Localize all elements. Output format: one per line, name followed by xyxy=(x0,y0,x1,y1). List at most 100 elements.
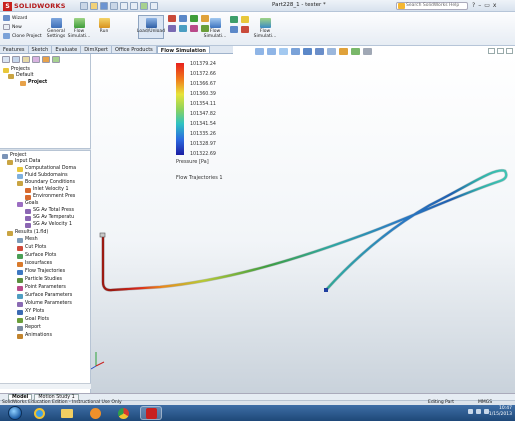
tree-item-label: Mesh xyxy=(25,237,38,242)
tree-item[interactable]: Point Parameters xyxy=(17,285,66,291)
tree-item-label: Goals xyxy=(25,201,39,206)
tree-node-icon xyxy=(17,269,23,275)
tree-item-label: Flow Trajectories xyxy=(25,269,66,274)
tree-item[interactable]: Goals xyxy=(17,201,38,207)
folder-icon xyxy=(3,67,9,73)
dimxpert-manager-tab-icon[interactable] xyxy=(32,56,40,63)
taskbar-explorer-button[interactable] xyxy=(56,406,78,420)
tree-item-project[interactable]: Project xyxy=(20,80,47,86)
tree-node-icon xyxy=(25,208,31,214)
tree-item-label: Surface Plots xyxy=(25,253,57,258)
taskbar-ie-button[interactable] xyxy=(28,406,50,420)
tree-item[interactable]: Report xyxy=(17,325,41,331)
clock-date: 1/15/2013 xyxy=(488,412,512,417)
panel-horizontal-scrollbar[interactable] xyxy=(0,383,91,389)
tree-item-label: Cut Plots xyxy=(25,245,47,250)
bottom-tabs-bar: Model Motion Study 1 xyxy=(0,393,515,401)
tree-item-label: Animations xyxy=(25,333,52,338)
tree-item[interactable]: Cut Plots xyxy=(17,245,46,251)
taskbar-solidworks-button[interactable] xyxy=(140,406,162,420)
tree-node-icon xyxy=(25,194,31,200)
tree-item[interactable]: Animations xyxy=(17,333,52,339)
tree-item-label: Surface Parameters xyxy=(25,293,73,298)
tree-item-label: Volume Parameters xyxy=(25,301,72,306)
flow-analysis-tree-tab-icon[interactable] xyxy=(42,56,50,63)
tree-item-label: Fluid Subdomains xyxy=(25,173,68,178)
tray-network-icon[interactable] xyxy=(476,409,481,414)
tree-item[interactable]: Environment Pres xyxy=(25,194,75,200)
start-button-icon[interactable] xyxy=(8,406,22,420)
tree-item[interactable]: Flow Trajectories xyxy=(17,269,65,275)
tree-node-icon xyxy=(25,187,31,193)
tray-flag-icon[interactable] xyxy=(468,409,473,414)
display-manager-tab-icon[interactable] xyxy=(52,56,60,63)
taskbar-chrome-button[interactable] xyxy=(112,406,134,420)
tree-item[interactable]: Boundary Conditions xyxy=(17,180,75,186)
tree-item[interactable]: Isosurfaces xyxy=(17,261,52,267)
folder-icon xyxy=(61,408,73,418)
tree-item-label: SG Av Temperatu xyxy=(33,215,75,220)
tree-item-label: Goal Plots xyxy=(25,317,49,322)
taskbar-media-button[interactable] xyxy=(84,406,106,420)
inlet-marker xyxy=(99,232,106,238)
panel-splitter[interactable] xyxy=(0,148,91,151)
tree-item[interactable]: SG Av Total Press xyxy=(25,208,74,214)
tree-item[interactable]: XY Plots xyxy=(17,309,44,315)
feature-manager-tab-icon[interactable] xyxy=(2,56,10,63)
tree-node-icon xyxy=(25,222,31,228)
panel-tabs-toolbar xyxy=(2,56,60,63)
trajectory-shadow xyxy=(101,168,508,292)
tree-node-icon xyxy=(17,237,23,243)
solidworks-taskbar-icon xyxy=(145,407,157,419)
tree-node-icon xyxy=(2,153,8,159)
tree-item[interactable]: Volume Parameters xyxy=(17,301,72,307)
tree-item-label: Project xyxy=(28,80,48,85)
tree-item[interactable]: Results (1.fld) xyxy=(7,230,48,236)
tree-item-label: Inlet Velocity 1 xyxy=(33,187,69,192)
tree-item-label: SG Av Velocity 1 xyxy=(33,222,73,227)
tree-node-icon xyxy=(17,261,23,267)
configuration-manager-tab-icon[interactable] xyxy=(22,56,30,63)
tree-item-label: Report xyxy=(25,325,41,330)
tree-node-icon xyxy=(17,173,23,179)
tree-item[interactable]: Mesh xyxy=(17,237,38,243)
tree-item-label: XY Plots xyxy=(25,309,45,314)
tree-item-label: Isosurfaces xyxy=(25,261,53,266)
tree-item-label: Default xyxy=(16,73,34,78)
tree-node-icon xyxy=(17,309,23,315)
tree-node-icon xyxy=(17,245,23,251)
tree-node-icon xyxy=(17,166,23,172)
tree-item[interactable]: Surface Plots xyxy=(17,253,56,259)
internet-explorer-icon xyxy=(33,407,45,419)
tree-node-icon xyxy=(17,277,23,283)
tree-item[interactable]: Goal Plots xyxy=(17,317,49,323)
tree-item-label: Point Parameters xyxy=(25,285,66,290)
tree-item-label: Computational Doma xyxy=(25,166,77,171)
tree-item[interactable]: SG Av Temperatu xyxy=(25,215,74,221)
tree-item[interactable]: Particle Studies xyxy=(17,277,62,283)
tree-node-icon xyxy=(17,253,23,259)
chrome-icon xyxy=(117,407,129,419)
tree-node-icon xyxy=(25,215,31,221)
tree-item-default[interactable]: Default xyxy=(8,73,34,79)
tree-item[interactable]: Surface Parameters xyxy=(17,293,72,299)
tree-node-icon xyxy=(17,201,23,207)
tree-item-label: Particle Studies xyxy=(25,277,63,282)
project-icon xyxy=(20,80,26,86)
trajectory-line[interactable] xyxy=(101,169,508,292)
tree-item[interactable]: Inlet Velocity 1 xyxy=(25,187,69,193)
tree-node-icon xyxy=(17,333,23,339)
tree-item[interactable]: SG Av Velocity 1 xyxy=(25,222,72,228)
tree-item-label: Results (1.fld) xyxy=(15,230,49,235)
tree-item[interactable]: Input Data xyxy=(7,159,40,165)
tree-item-label: Input Data xyxy=(15,159,41,164)
tree-item-label: SG Av Total Press xyxy=(33,208,75,213)
tree-node-icon xyxy=(17,285,23,291)
tree-item[interactable]: Fluid Subdomains xyxy=(17,173,68,179)
tree-node-icon xyxy=(7,230,13,236)
taskbar-clock[interactable]: 10:47 1/15/2013 xyxy=(489,406,512,418)
tree-node-icon xyxy=(7,159,13,165)
tree-item[interactable]: Computational Doma xyxy=(17,166,76,172)
tree-node-icon xyxy=(17,293,23,299)
property-manager-tab-icon[interactable] xyxy=(12,56,20,63)
